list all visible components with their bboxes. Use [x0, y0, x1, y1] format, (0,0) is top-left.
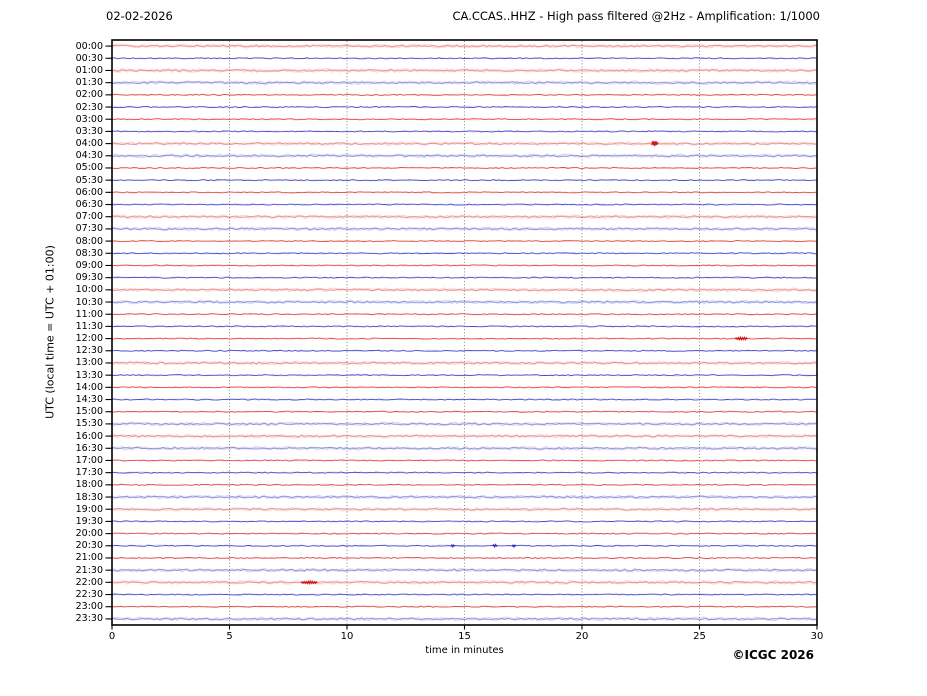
y-tick-label: 04:00 [75, 138, 103, 150]
y-tick-label: 19:30 [75, 515, 103, 527]
y-tick-label: 01:00 [75, 64, 103, 76]
y-tick-label: 22:00 [75, 576, 103, 588]
y-tick-label: 05:30 [75, 174, 103, 186]
y-tick-label: 18:30 [75, 491, 103, 503]
y-tick-label: 15:30 [75, 418, 103, 430]
y-tick-label: 03:00 [75, 113, 103, 125]
y-tick-label: 10:30 [75, 296, 103, 308]
y-tick-label: 11:30 [75, 320, 103, 332]
y-tick-label: 20:30 [75, 540, 103, 552]
x-tick-label: 0 [108, 631, 116, 642]
y-tick-label: 14:30 [75, 394, 103, 406]
y-tick-label: 16:30 [75, 442, 103, 454]
y-tick-label: 19:00 [75, 503, 103, 515]
y-tick-label: 03:30 [75, 125, 103, 137]
x-axis-label: time in minutes [425, 645, 504, 656]
y-tick-label: 17:30 [75, 467, 103, 479]
y-tick-label: 02:00 [75, 89, 103, 101]
y-tick-label: 09:00 [75, 259, 103, 271]
y-tick-label: 13:30 [75, 369, 103, 381]
y-tick-label: 21:30 [75, 564, 103, 576]
y-tick-label: 13:00 [75, 357, 103, 369]
y-tick-label: 23:30 [75, 613, 103, 625]
y-tick-label: 18:00 [75, 479, 103, 491]
x-tick-label: 20 [575, 631, 589, 642]
y-tick-label: 07:30 [75, 223, 103, 235]
y-tick-label: 01:30 [75, 77, 103, 89]
x-tick-label: 5 [226, 631, 233, 642]
y-tick-label: 12:00 [75, 333, 103, 345]
y-tick-label: 07:00 [75, 211, 103, 223]
y-tick-label: 06:00 [75, 186, 103, 198]
y-tick-label: 11:00 [75, 308, 103, 320]
x-tick-label: 30 [810, 631, 824, 642]
y-tick-label: 23:00 [75, 601, 103, 613]
copyright-label: ©ICGC 2026 [732, 648, 814, 662]
y-tick-label: 09:30 [75, 272, 103, 284]
y-tick-label: 10:00 [75, 284, 103, 296]
y-tick-label: 15:00 [75, 406, 103, 418]
x-tick-label: 15 [458, 631, 471, 642]
x-tick-label: 25 [693, 631, 706, 642]
y-tick-label: 04:30 [75, 150, 103, 162]
helicorder-page: 02-02-2026 CA.CCAS..HHZ - High pass filt… [0, 0, 927, 696]
y-tick-label: 22:30 [75, 589, 103, 601]
y-tick-label: 20:00 [75, 528, 103, 540]
y-tick-label: 14:00 [75, 381, 103, 393]
y-tick-label: 08:00 [75, 235, 103, 247]
y-tick-label: 08:30 [75, 247, 103, 259]
y-tick-label: 12:30 [75, 345, 103, 357]
y-tick-label: 00:30 [75, 52, 103, 64]
y-tick-label: 02:30 [75, 101, 103, 113]
y-tick-label: 21:00 [75, 552, 103, 564]
y-tick-label: 00:00 [75, 40, 103, 52]
helicorder-plot [105, 39, 818, 630]
x-tick-label: 10 [340, 631, 354, 642]
y-tick-label: 17:00 [75, 454, 103, 466]
y-tick-label: 05:00 [75, 162, 103, 174]
y-tick-label: 16:00 [75, 430, 103, 442]
y-tick-label: 06:30 [75, 199, 103, 211]
